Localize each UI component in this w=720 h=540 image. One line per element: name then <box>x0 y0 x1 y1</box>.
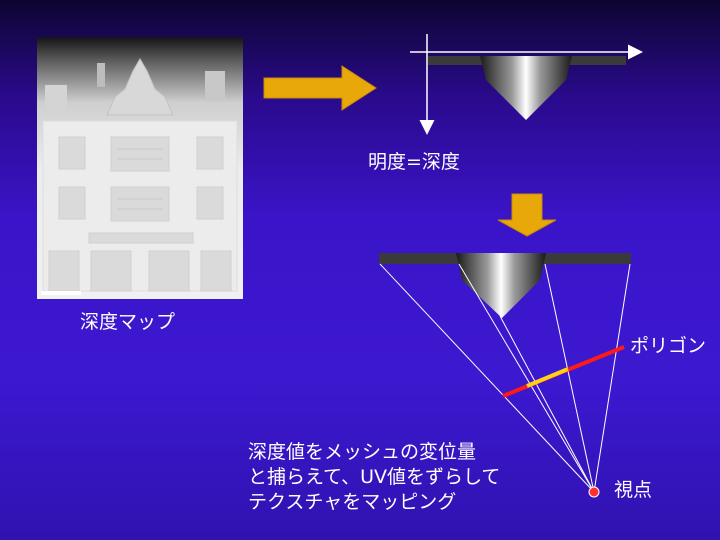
right-arrow-icon <box>263 65 377 111</box>
explanation-text: 深度値をメッシュの変位量 と捕らえて、UV値をずらして テクスチャをマッピング <box>248 440 500 515</box>
down-arrow-icon <box>497 193 557 237</box>
brightness-depth-label: 明度=深度 <box>368 151 460 173</box>
explanation-line: と捕らえて、UV値をずらして <box>248 466 501 488</box>
profile-cone-top <box>480 56 572 120</box>
polygon-label: ポリゴン <box>630 335 707 357</box>
explanation-line: テクスチャをマッピング <box>248 491 457 513</box>
depth-map-label: 深度マップ <box>80 311 176 333</box>
viewpoint-label: 視点 <box>614 479 653 501</box>
profile-cone-bottom <box>456 253 546 318</box>
explanation-line: 深度値をメッシュの変位量 <box>248 441 477 463</box>
depth-profile-bottom <box>379 253 631 318</box>
depth-profile-top <box>410 34 643 135</box>
viewpoint-dot <box>588 486 600 498</box>
slide: 深度マップ 明度=深度 ポリゴン 視点 深度値をメッシュの変位量 と捕らえて、U… <box>0 0 720 540</box>
